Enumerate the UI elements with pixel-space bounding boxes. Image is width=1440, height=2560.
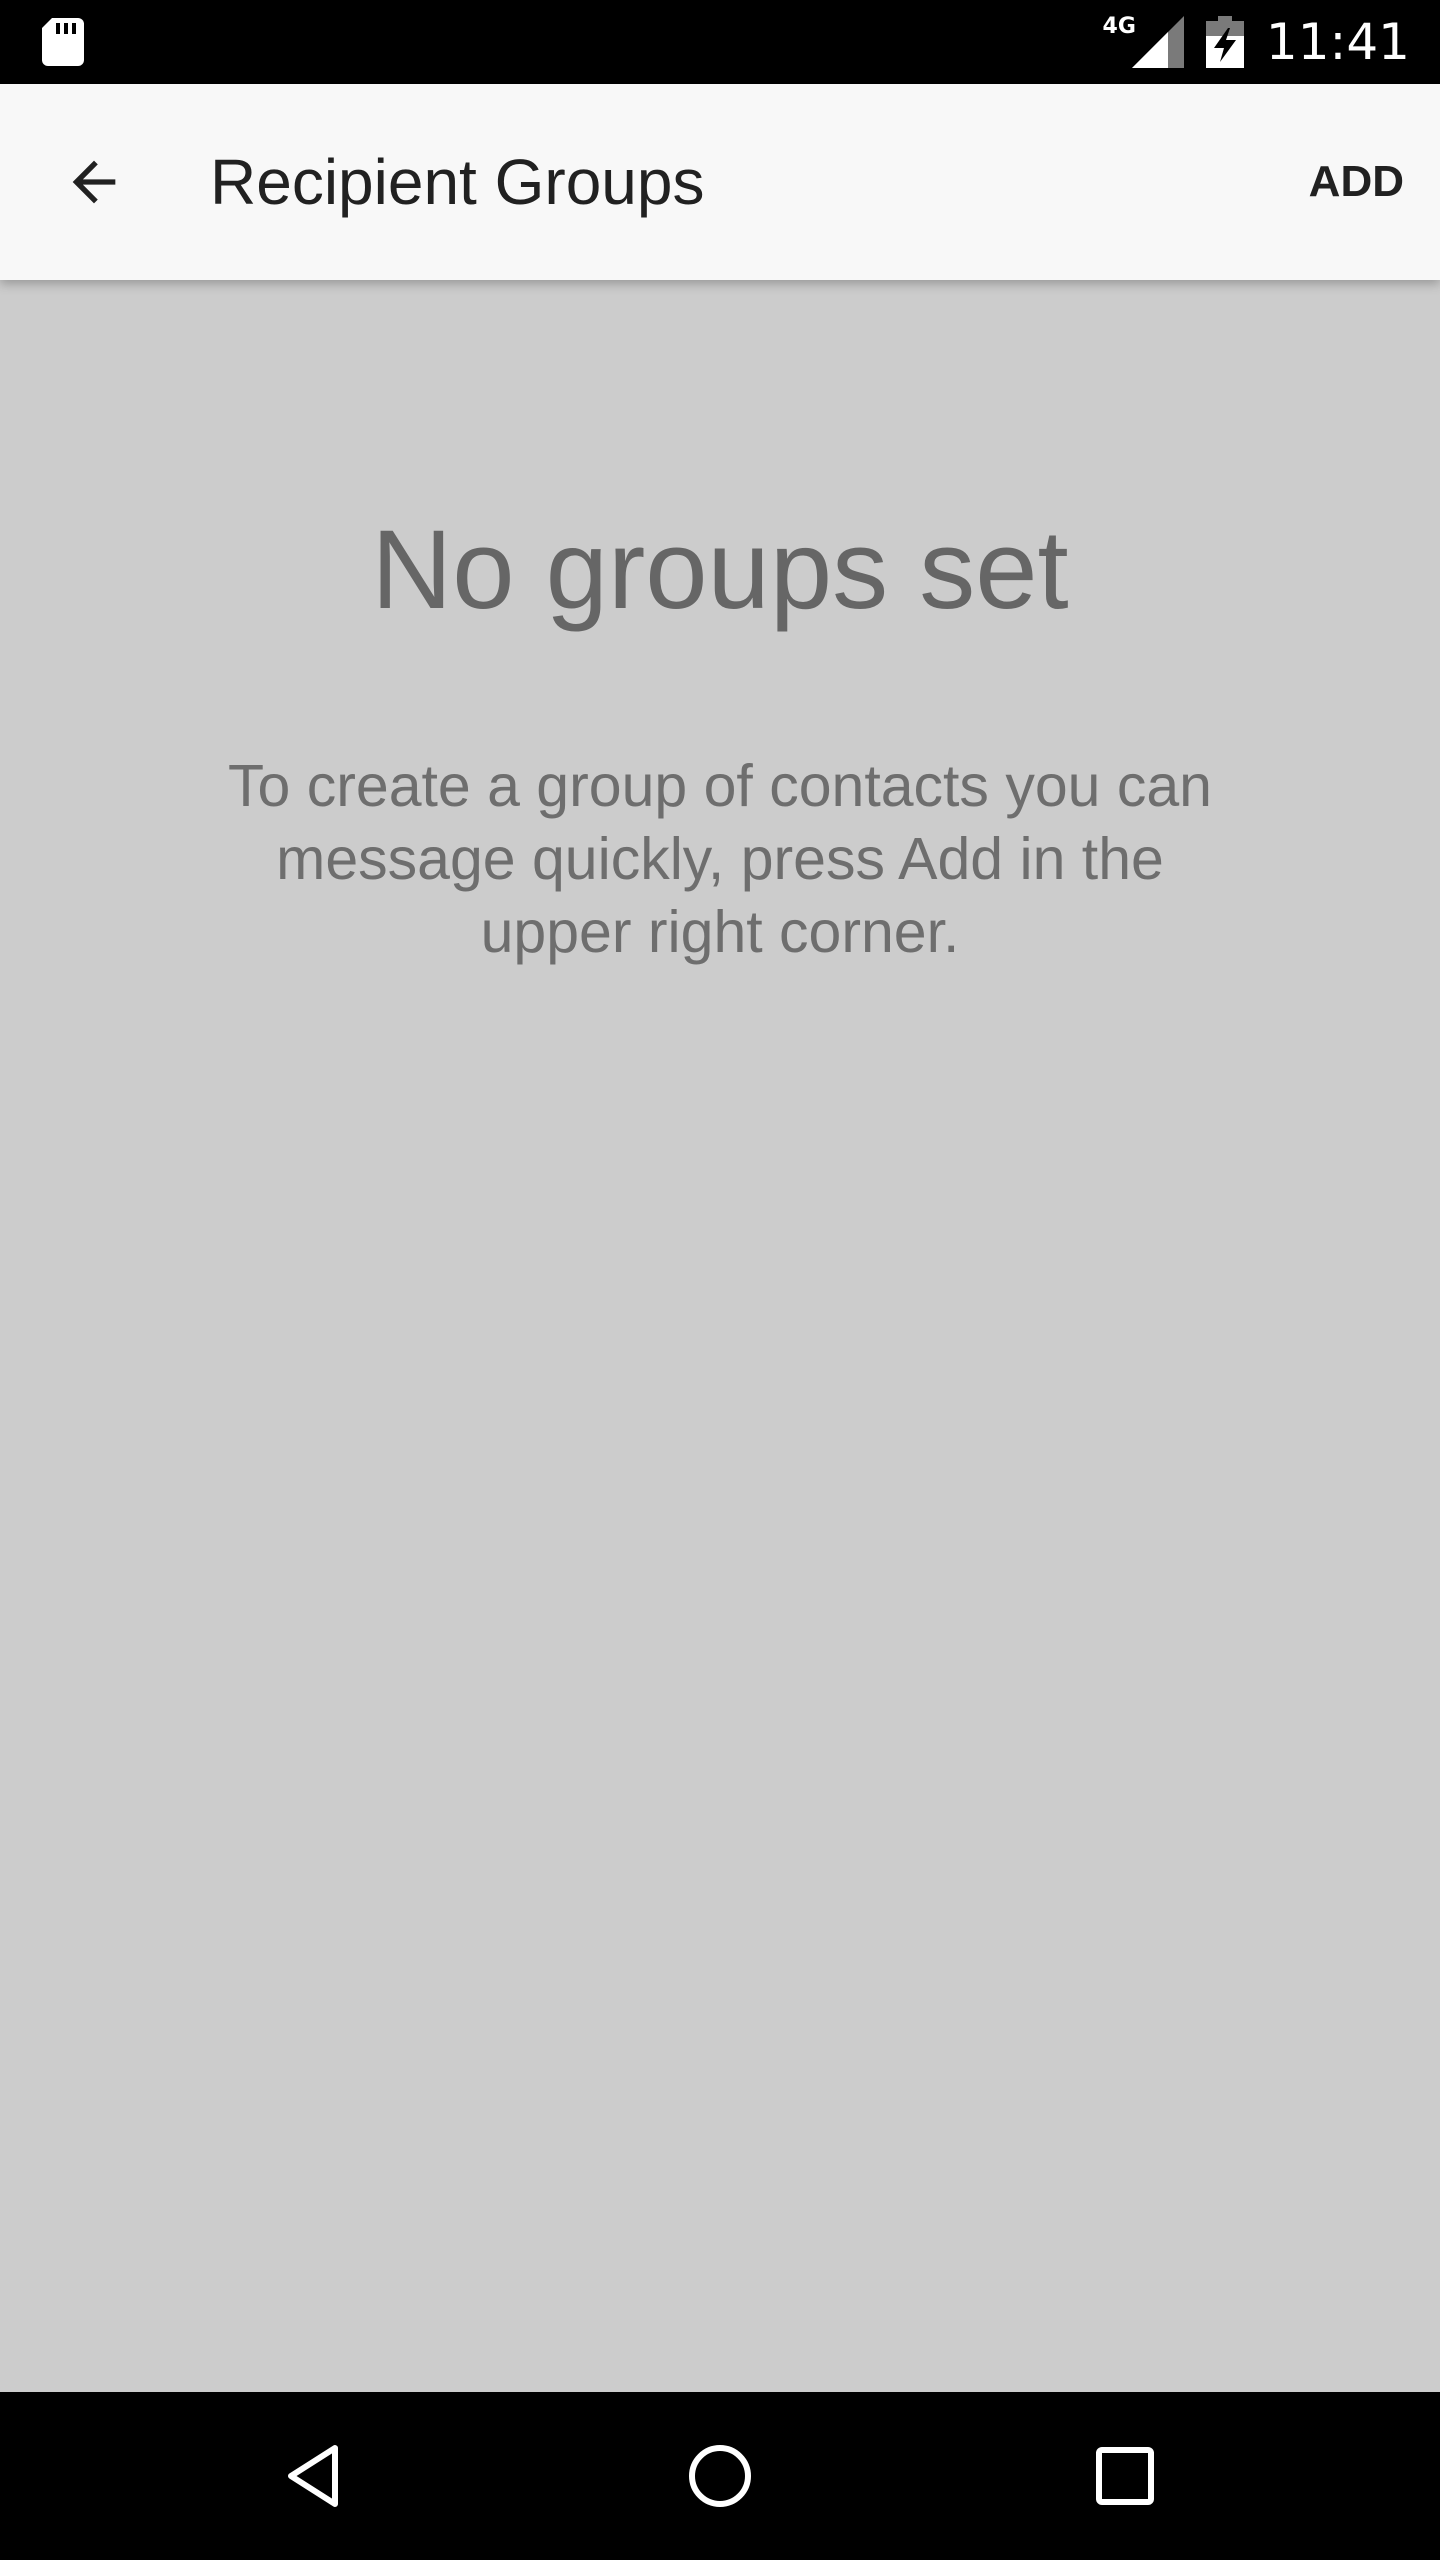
arrow-back-icon: [72, 160, 116, 204]
battery-charging-icon: [1205, 16, 1244, 68]
signal-icon: [1131, 16, 1184, 68]
empty-state-title: No groups set: [371, 507, 1069, 632]
nav-back-icon: [288, 2445, 338, 2507]
nav-recents-button[interactable]: [1075, 2426, 1175, 2526]
empty-state: No groups set To create a group of conta…: [0, 280, 1440, 2392]
nav-home-button[interactable]: [670, 2426, 770, 2526]
back-button[interactable]: [44, 132, 144, 232]
status-bar: 4G 11:41: [0, 0, 1440, 84]
empty-state-message: To create a group of contacts you can me…: [228, 753, 1212, 965]
navigation-bar: [0, 2392, 1440, 2560]
network-type-label: 4G: [1102, 14, 1136, 39]
add-button[interactable]: ADD: [1309, 142, 1404, 222]
nav-back-button[interactable]: [265, 2426, 365, 2526]
clock: 11:41: [1265, 13, 1410, 71]
status-indicators: 4G 11:41: [1103, 0, 1410, 84]
nav-recents-icon: [1096, 2447, 1154, 2505]
sd-card-icon: [42, 18, 84, 66]
page-title: Recipient Groups: [210, 146, 705, 218]
app-bar: Recipient Groups ADD: [0, 84, 1440, 280]
nav-home-icon: [689, 2445, 751, 2507]
